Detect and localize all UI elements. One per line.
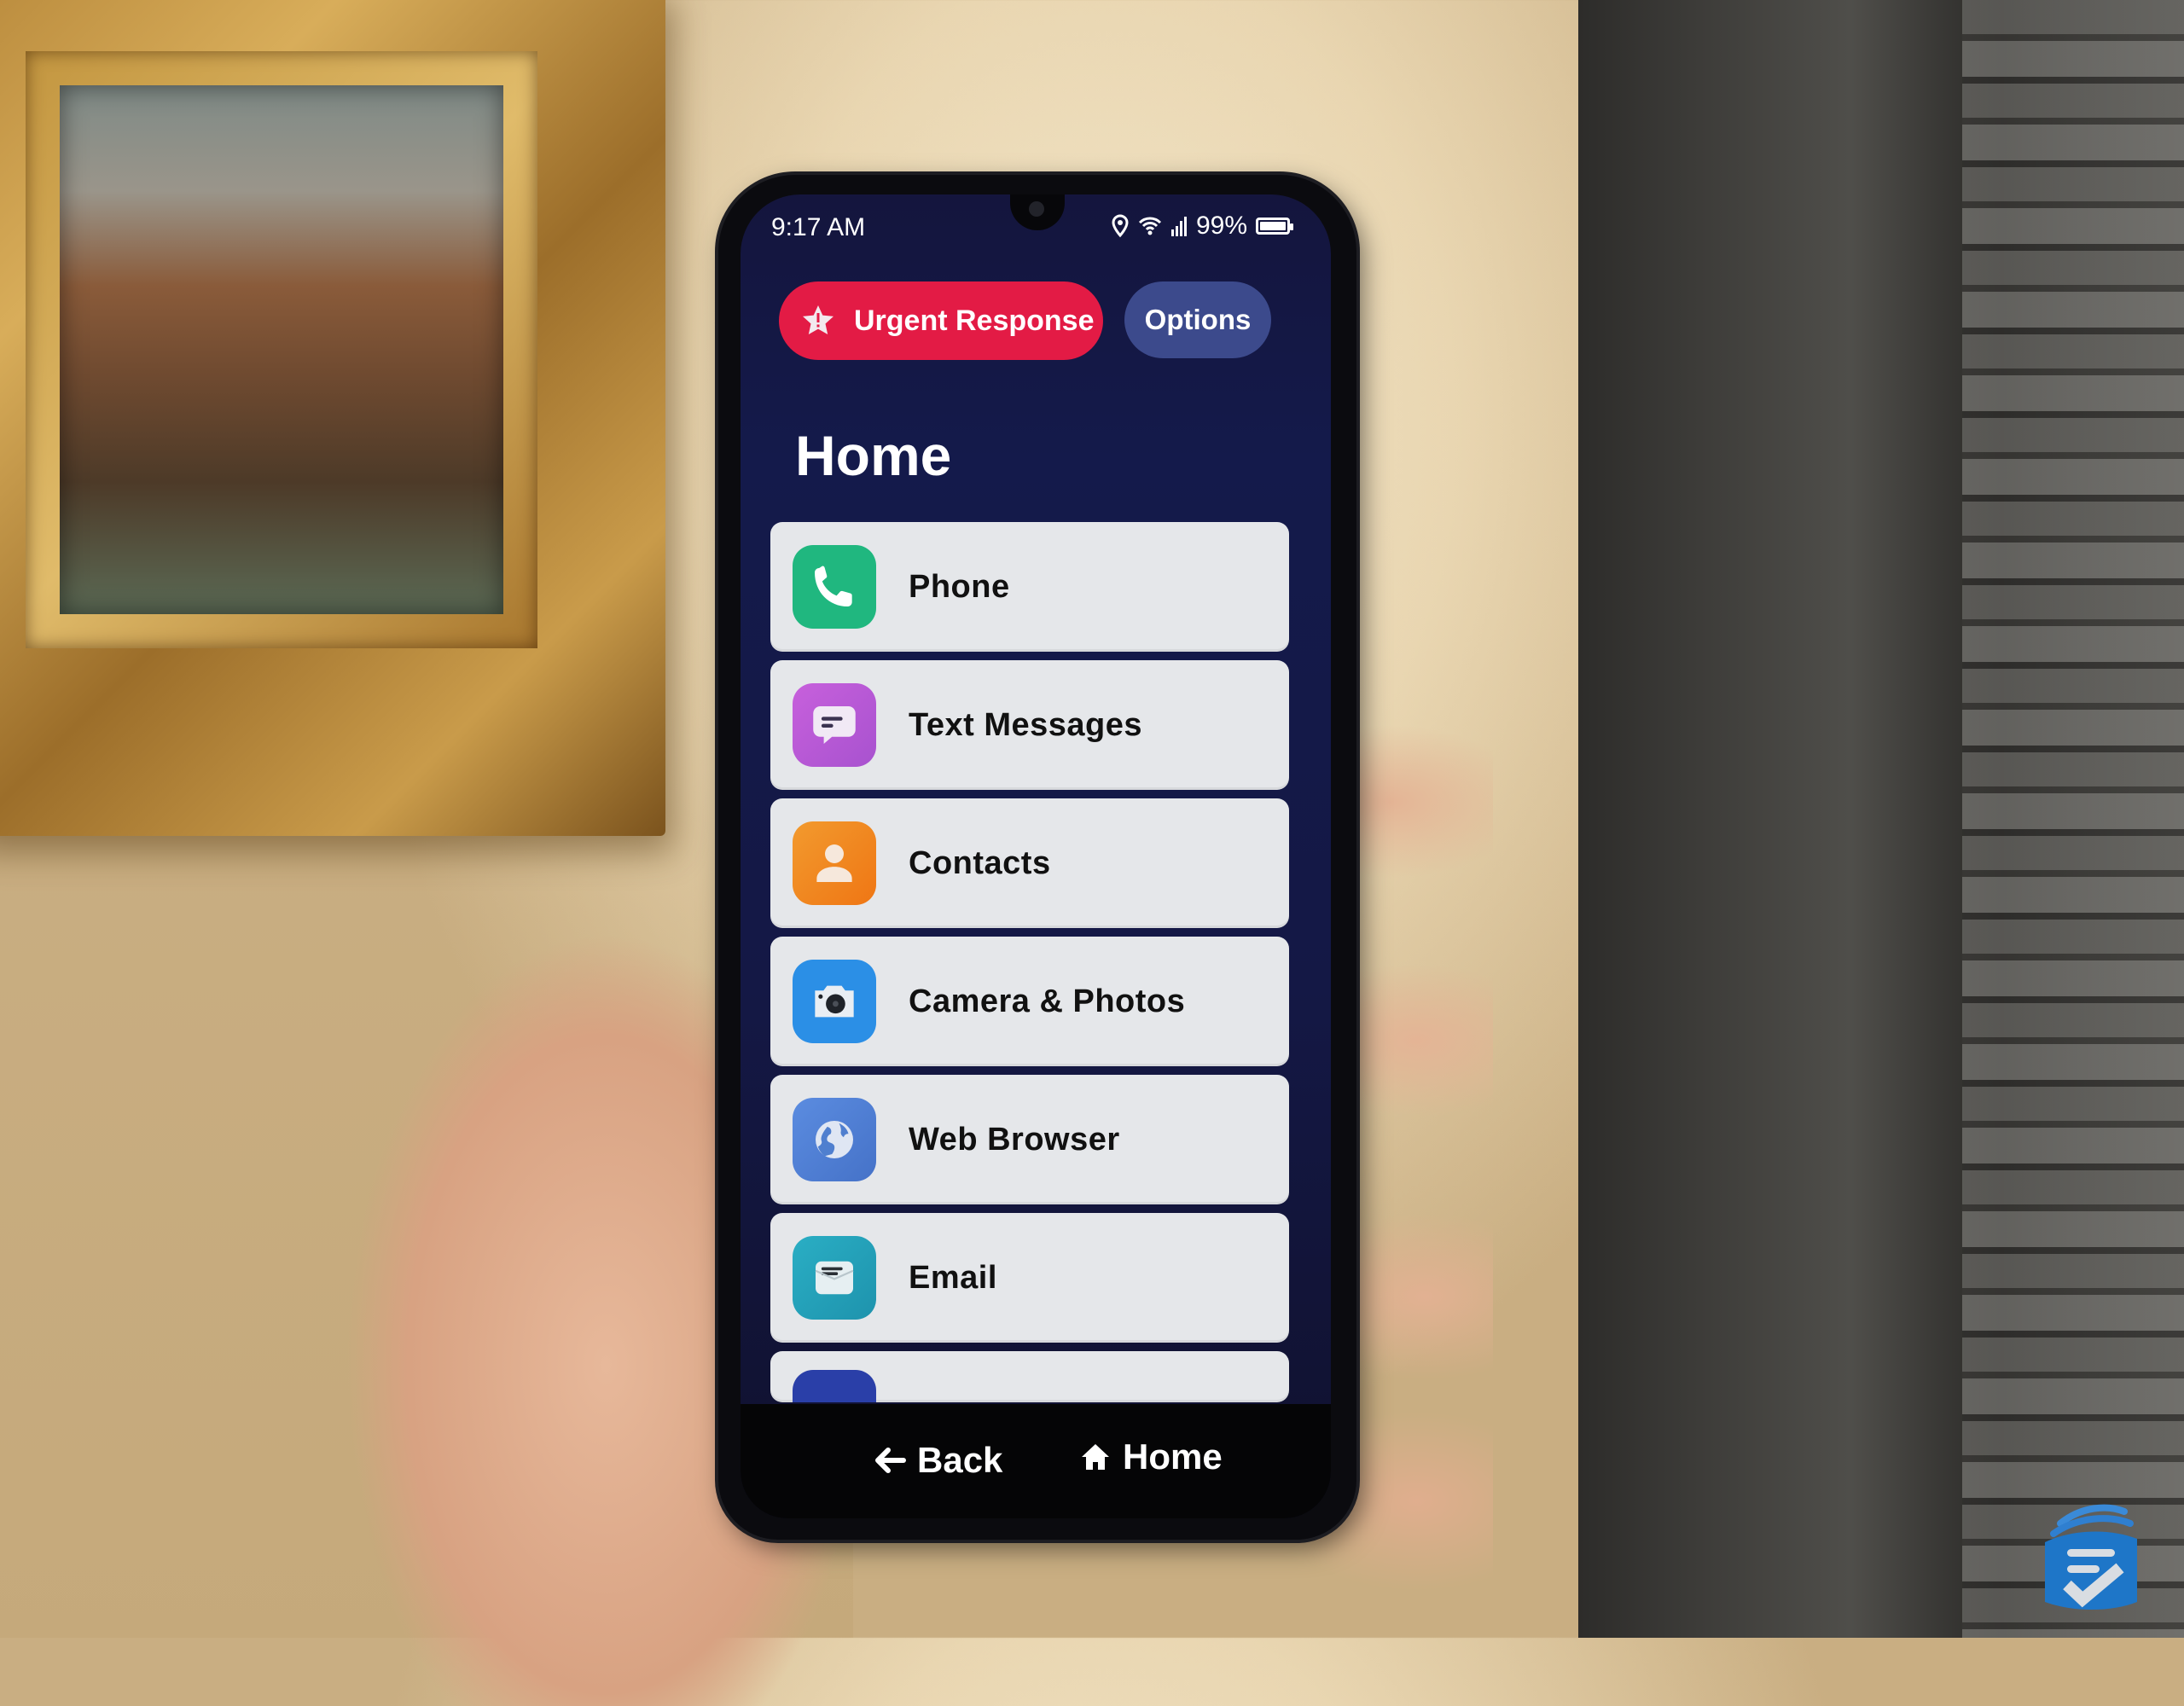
app-label: Email [909, 1259, 997, 1296]
app-row-phone[interactable]: Phone [770, 522, 1289, 652]
app-row-email[interactable]: Email [770, 1213, 1289, 1343]
front-camera [1029, 201, 1044, 217]
app-icon-tile [793, 1236, 876, 1320]
brick-texture [1962, 0, 2184, 1638]
app-label: Camera & Photos [909, 983, 1186, 1019]
app-label: Text Messages [909, 706, 1143, 743]
app-icon-tile [793, 1098, 876, 1181]
status-time: 9:17 AM [771, 213, 866, 241]
star-alert-icon [803, 305, 834, 334]
phone-screen: 9:17 AM 99% Urgent Response Options Home… [741, 194, 1331, 1518]
battery-percent: 99% [1195, 212, 1247, 240]
back-button[interactable]: Back [873, 1440, 1002, 1481]
options-button[interactable]: Options [1124, 281, 1271, 358]
globe-icon [816, 1121, 853, 1158]
urgent-response-label: Urgent Response [854, 304, 1095, 337]
app-icon-tile [793, 960, 876, 1043]
location-icon [1112, 214, 1129, 238]
app-icon-tile [793, 821, 876, 905]
app-row-web-browser[interactable]: Web Browser [770, 1075, 1289, 1204]
camera-icon [815, 985, 854, 1018]
urgent-response-button[interactable]: Urgent Response [779, 281, 1103, 360]
home-button[interactable]: Home [1080, 1436, 1223, 1477]
email-icon [815, 1261, 854, 1295]
app-row-text-messages[interactable]: Text Messages [770, 660, 1289, 790]
back-label: Back [917, 1440, 1003, 1480]
battery-icon [1256, 218, 1293, 235]
watermark-logo-icon [2045, 1504, 2137, 1610]
app-label: Web Browser [909, 1121, 1120, 1158]
app-row-contacts[interactable]: Contacts [770, 798, 1289, 928]
home-label: Home [1123, 1436, 1223, 1477]
contact-icon [816, 844, 852, 882]
app-icon-tile [793, 1370, 876, 1402]
landscape-painting [60, 85, 503, 614]
camera-notch [1010, 194, 1065, 230]
app-icon-tile [793, 683, 876, 767]
phone-icon [815, 566, 852, 606]
options-label: Options [1144, 304, 1252, 335]
frame-inner [26, 51, 537, 648]
page-title: Home [795, 424, 952, 487]
signal-icon [1170, 217, 1187, 236]
navigation-bar: Back Home [741, 1404, 1331, 1518]
battery-level [1260, 222, 1286, 230]
app-label: Phone [909, 568, 1010, 605]
app-icon-tile [793, 545, 876, 629]
app-label: Contacts [909, 844, 1051, 881]
status-icons: 99% [1111, 212, 1293, 241]
arrow-left-icon [875, 1448, 906, 1473]
message-icon [813, 706, 856, 744]
home-icon [1082, 1444, 1109, 1470]
app-row-camera-photos[interactable]: Camera & Photos [770, 937, 1289, 1066]
app-row-partial[interactable] [770, 1351, 1289, 1402]
wifi-icon [1138, 217, 1162, 235]
app-list: Phone Text Messages Contacts Camera & Ph… [770, 522, 1289, 1402]
